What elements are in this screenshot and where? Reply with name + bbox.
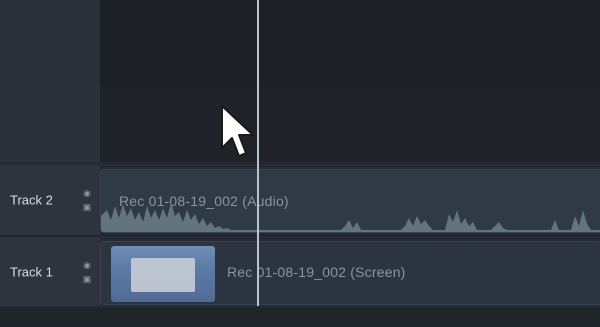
timeline-canvas[interactable]: Rec 01-08-19_002 (Audio) Rec 01-08-19_00… [100, 0, 600, 326]
track-header-1[interactable]: Track 1 ◉ ▣ [0, 236, 100, 308]
empty-track-header [0, 0, 100, 87]
lock-icon[interactable]: ▣ [82, 275, 92, 284]
clip-thumbnail [111, 246, 215, 302]
empty-lane[interactable] [100, 0, 600, 87]
track-header-column: Track 2 ◉ ▣ Track 1 ◉ ▣ [0, 0, 100, 326]
track-name: Track 1 [10, 264, 53, 280]
timeline-scrollbar[interactable] [0, 306, 600, 327]
track-lane-1[interactable]: Rec 01-08-19_002 (Screen) [100, 236, 600, 308]
screen-clip-label: Rec 01-08-19_002 (Screen) [227, 264, 406, 280]
thumbnail-window [131, 258, 195, 292]
audio-clip[interactable]: Rec 01-08-19_002 (Audio) [100, 169, 600, 233]
lock-icon[interactable]: ▣ [82, 203, 92, 212]
audio-waveform [101, 202, 600, 232]
timeline-panel: Track 2 ◉ ▣ Track 1 ◉ ▣ Rec 01-08-19_002… [0, 0, 600, 327]
track-name: Track 2 [10, 192, 53, 208]
track-controls: ◉ ▣ [82, 261, 92, 284]
track-controls: ◉ ▣ [82, 189, 92, 212]
eye-icon[interactable]: ◉ [82, 261, 92, 270]
empty-lane[interactable] [100, 86, 600, 163]
empty-track-header [0, 86, 100, 163]
track-header-2[interactable]: Track 2 ◉ ▣ [0, 164, 100, 236]
screen-clip[interactable]: Rec 01-08-19_002 (Screen) [100, 241, 600, 305]
eye-icon[interactable]: ◉ [82, 189, 92, 198]
mouse-pointer-icon [221, 105, 254, 157]
track-lane-2[interactable]: Rec 01-08-19_002 (Audio) [100, 164, 600, 236]
